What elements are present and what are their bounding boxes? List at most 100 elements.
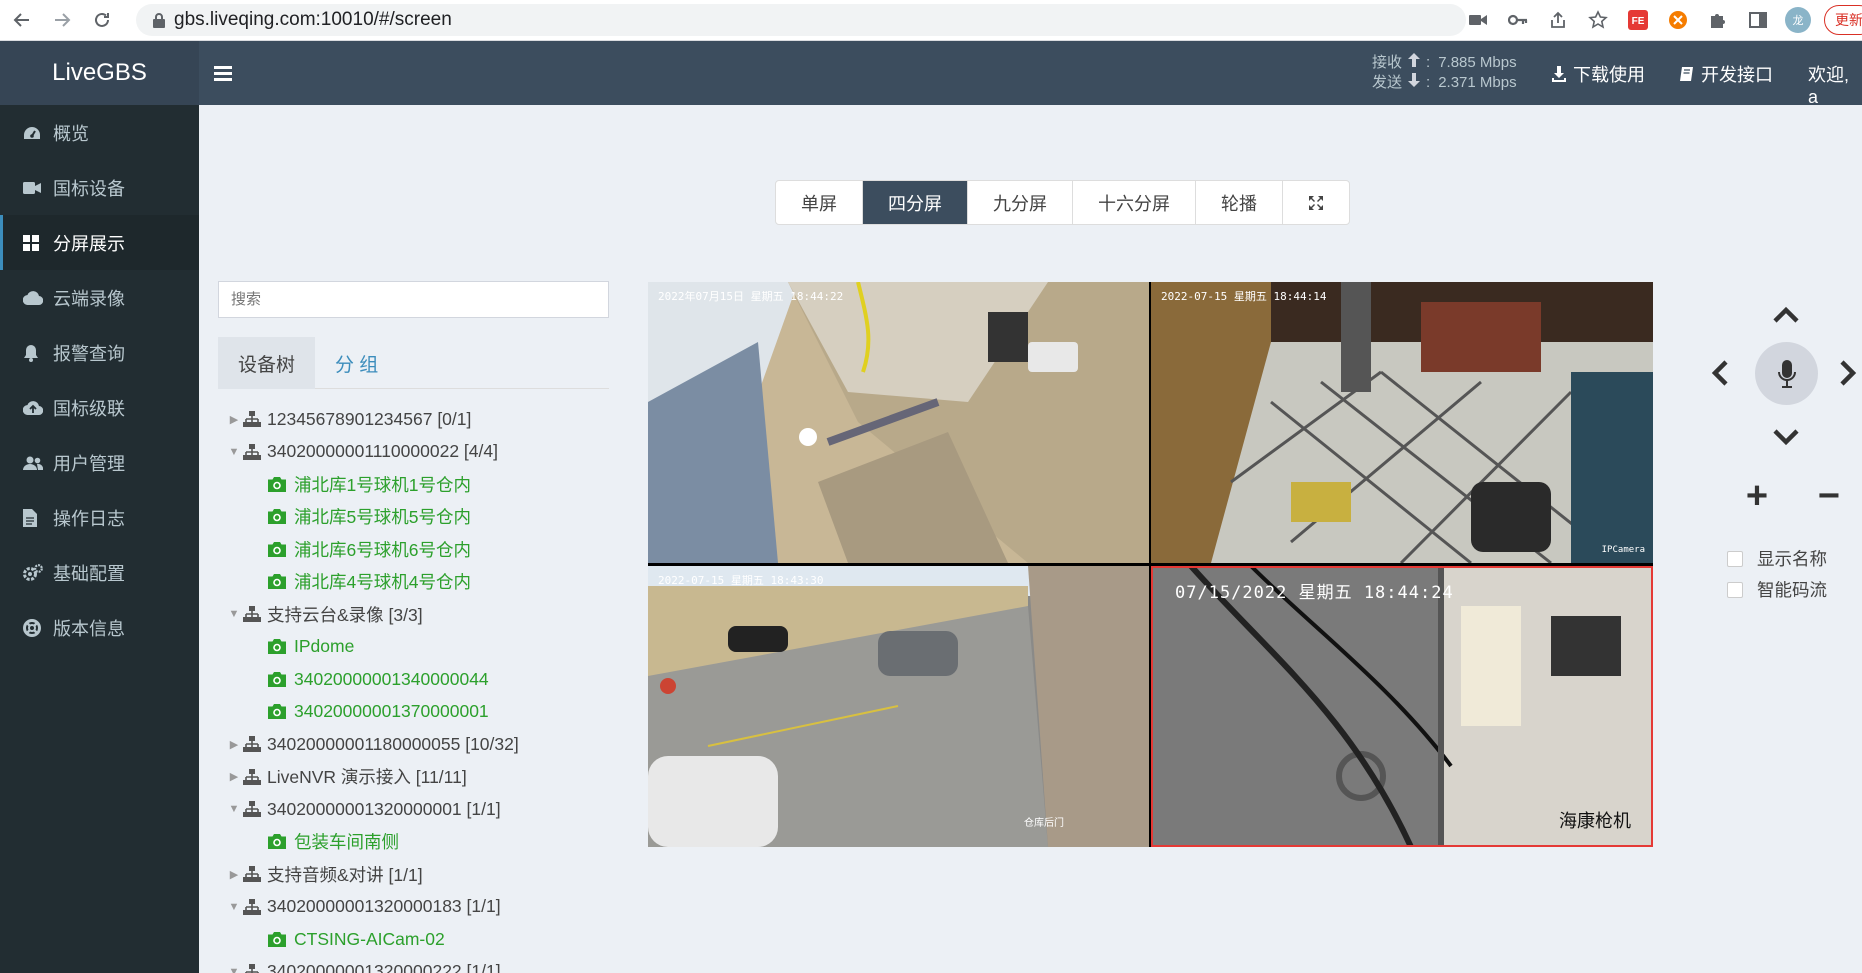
- tree-channel-node[interactable]: 浦北库6号球机6号仓内: [225, 533, 625, 566]
- tree-channel-node[interactable]: 34020000001370000001: [225, 696, 625, 729]
- tree-channel-node[interactable]: CTSING-AICam-02: [225, 923, 625, 956]
- zoom-in-button[interactable]: +: [1737, 475, 1777, 517]
- ptz-up-button[interactable]: [1766, 295, 1806, 335]
- tree-group-node[interactable]: ▼ 支持云台&录像 [3/3]: [225, 598, 625, 631]
- caret-right-icon[interactable]: ▶: [225, 738, 243, 751]
- fe-extension-icon[interactable]: FE: [1618, 4, 1658, 36]
- tree-channel-node[interactable]: 浦北库4号球机4号仓内: [225, 566, 625, 599]
- share-icon[interactable]: [1538, 4, 1578, 36]
- gears-icon: [23, 563, 53, 582]
- tree-channel-node[interactable]: 包装车间南侧: [225, 826, 625, 859]
- video-player-4[interactable]: 07/15/2022 星期五 18:44:24 海康枪机: [1151, 566, 1653, 847]
- video-channel-label: 仓库后门: [1024, 818, 1064, 829]
- talk-button[interactable]: [1755, 342, 1818, 405]
- video-camera-icon: [23, 181, 53, 194]
- url-text: gbs.liveqing.com:10010/#/screen: [174, 9, 452, 30]
- caret-down-icon[interactable]: ▼: [225, 446, 243, 458]
- video-timestamp: 2022-07-15 星期五 18:44:14: [1161, 290, 1327, 303]
- sitemap-icon: [243, 866, 265, 883]
- tree-group-node[interactable]: ▼ 34020000001320000222 [1/1]: [225, 956, 625, 973]
- smart-stream-option[interactable]: 智能码流: [1727, 574, 1827, 605]
- tree-group-node[interactable]: ▶ 34020000001180000055 [10/32]: [225, 728, 625, 761]
- sidebar-item-devices[interactable]: 国标设备: [0, 160, 199, 215]
- tab-four-screen[interactable]: 四分屏: [863, 181, 968, 224]
- show-name-option[interactable]: 显示名称: [1727, 543, 1827, 574]
- sidebar-item-overview[interactable]: 概览: [0, 105, 199, 160]
- sitemap-icon: [243, 411, 265, 428]
- sitemap-icon: [243, 963, 265, 973]
- chevron-right-icon: [1840, 360, 1857, 386]
- tree-group-node[interactable]: ▶ 支持音频&对讲 [1/1]: [225, 858, 625, 891]
- tab-device-tree[interactable]: 设备树: [218, 337, 316, 389]
- sidebar-item-config[interactable]: 基础配置: [0, 545, 199, 600]
- address-bar[interactable]: gbs.liveqing.com:10010/#/screen: [136, 4, 1466, 36]
- file-icon: [23, 508, 53, 527]
- caret-right-icon[interactable]: ▶: [225, 770, 243, 783]
- video-frame: [648, 566, 1149, 847]
- show-name-checkbox[interactable]: [1727, 550, 1743, 567]
- fullscreen-button[interactable]: [1283, 181, 1349, 224]
- sidebar-item-logs[interactable]: 操作日志: [0, 490, 199, 545]
- tree-group-node[interactable]: ▶ LiveNVR 演示接入 [11/11]: [225, 761, 625, 794]
- tree-group-node[interactable]: ▶ 12345678901234567 [0/1]: [225, 403, 625, 436]
- tab-group[interactable]: 分 组: [315, 337, 398, 389]
- app-header: LiveGBS 接收 : 7.885 Mbps 发送 : 2.371 Mbps: [0, 41, 1862, 108]
- key-icon[interactable]: [1498, 4, 1538, 36]
- star-icon[interactable]: [1578, 4, 1618, 36]
- puzzle-icon[interactable]: [1698, 4, 1738, 36]
- sidepanel-icon[interactable]: [1738, 4, 1778, 36]
- sidebar-item-cloud-record[interactable]: 云端录像: [0, 270, 199, 325]
- camera-indicator-icon[interactable]: [1458, 4, 1498, 36]
- tree-channel-node[interactable]: 浦北库5号球机5号仓内: [225, 501, 625, 534]
- update-button[interactable]: 更新: [1824, 5, 1862, 35]
- caret-right-icon[interactable]: ▶: [225, 413, 243, 426]
- camera-icon: [268, 834, 290, 850]
- device-search-input[interactable]: [218, 281, 609, 318]
- video-player-1[interactable]: 2022年07月15日 星期五 18:44:22: [648, 282, 1149, 563]
- tree-group-node[interactable]: ▼ 34020000001320000183 [1/1]: [225, 891, 625, 924]
- dashboard-icon: [23, 126, 53, 140]
- tab-carousel[interactable]: 轮播: [1196, 181, 1283, 224]
- sitemap-icon: [243, 801, 265, 818]
- ptz-right-button[interactable]: [1828, 353, 1862, 393]
- zoom-out-button[interactable]: −: [1809, 475, 1849, 517]
- tree-channel-node[interactable]: IPdome: [225, 631, 625, 664]
- sidebar-item-split-screen[interactable]: 分屏展示: [0, 215, 199, 270]
- download-link[interactable]: 下载使用: [1551, 61, 1645, 87]
- video-frame: [1151, 566, 1653, 847]
- sidebar-item-alarm[interactable]: 报警查询: [0, 325, 199, 380]
- reload-icon: [95, 12, 109, 27]
- caret-down-icon[interactable]: ▼: [225, 966, 243, 973]
- svg-text:FE: FE: [1632, 16, 1645, 27]
- smart-stream-checkbox[interactable]: [1727, 581, 1743, 598]
- sidebar-item-version[interactable]: 版本信息: [0, 600, 199, 655]
- forward-button[interactable]: [44, 2, 80, 38]
- back-button[interactable]: [4, 2, 40, 38]
- tree-group-node[interactable]: ▼ 34020000001110000022 [4/4]: [225, 436, 625, 469]
- tab-single-screen[interactable]: 单屏: [776, 181, 863, 224]
- welcome-user[interactable]: 欢迎, a: [1808, 61, 1862, 108]
- tree-channel-node[interactable]: 34020000001340000044: [225, 663, 625, 696]
- sidebar-item-cascade[interactable]: 国标级联: [0, 380, 199, 435]
- caret-down-icon[interactable]: ▼: [225, 803, 243, 815]
- caret-down-icon[interactable]: ▼: [225, 608, 243, 620]
- video-player-2[interactable]: 2022-07-15 星期五 18:44:14 IPCamera: [1151, 282, 1653, 563]
- ptz-left-button[interactable]: [1700, 353, 1740, 393]
- tab-nine-screen[interactable]: 九分屏: [968, 181, 1073, 224]
- orange-extension-icon[interactable]: [1658, 4, 1698, 36]
- video-timestamp: 07/15/2022 星期五 18:44:24: [1175, 583, 1454, 603]
- caret-down-icon[interactable]: ▼: [225, 901, 243, 913]
- ptz-down-button[interactable]: [1766, 417, 1806, 457]
- reload-button[interactable]: [84, 2, 120, 38]
- caret-right-icon[interactable]: ▶: [225, 868, 243, 881]
- logo[interactable]: LiveGBS: [0, 41, 199, 105]
- sidebar-item-users[interactable]: 用户管理: [0, 435, 199, 490]
- tree-channel-node[interactable]: 浦北库1号球机1号仓内: [225, 468, 625, 501]
- sidebar-toggle[interactable]: [214, 59, 238, 87]
- video-player-3[interactable]: 2022-07-15 星期五 18:43:30 仓库后门: [648, 566, 1149, 847]
- chevron-down-icon: [1773, 429, 1799, 446]
- tab-sixteen-screen[interactable]: 十六分屏: [1073, 181, 1196, 224]
- profile-avatar[interactable]: 龙: [1778, 4, 1818, 36]
- tree-group-node[interactable]: ▼ 34020000001320000001 [1/1]: [225, 793, 625, 826]
- api-link[interactable]: 开发接口: [1679, 61, 1773, 87]
